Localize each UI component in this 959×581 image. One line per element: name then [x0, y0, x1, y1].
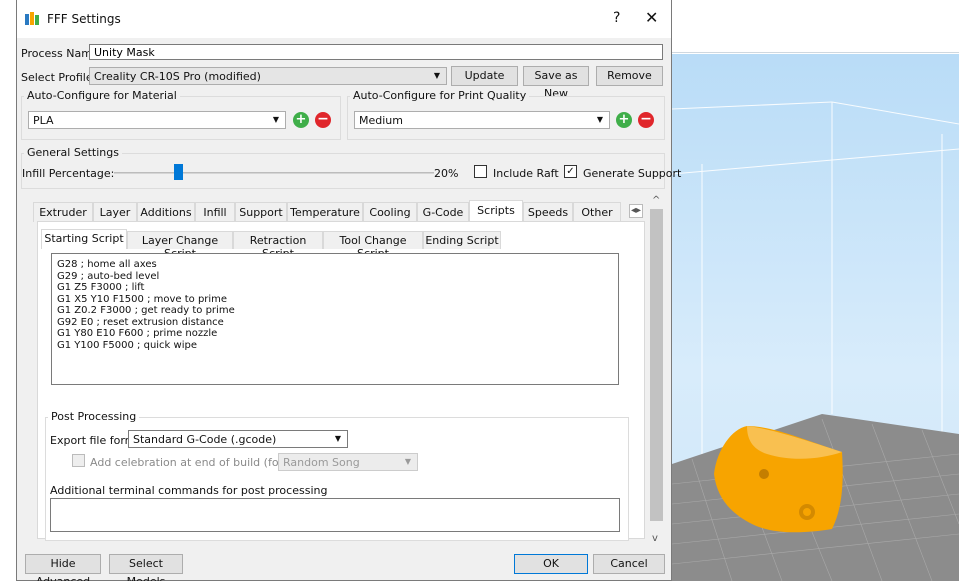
material-group: Auto-Configure for Material PLA ▼ + − — [21, 89, 341, 140]
material-select-value: PLA — [33, 114, 54, 127]
celebration-song-value: Random Song — [283, 456, 360, 469]
add-material-icon[interactable]: + — [293, 112, 309, 128]
cancel-button[interactable]: Cancel — [593, 554, 665, 574]
script-line: G1 X5 Y10 F1500 ; move to prime — [57, 293, 228, 305]
app-icon — [25, 12, 39, 25]
remove-profile-button[interactable]: Remove — [596, 66, 663, 86]
quality-select-value: Medium — [359, 114, 403, 127]
export-format-value: Standard G-Code (.gcode) — [133, 433, 277, 446]
tab-speeds[interactable]: Speeds — [523, 202, 573, 222]
tab-layer[interactable]: Layer — [93, 202, 137, 222]
material-group-title: Auto-Configure for Material — [24, 89, 180, 102]
script-line: G28 ; home all axes — [57, 259, 157, 270]
hide-advanced-button[interactable]: Hide Advanced — [25, 554, 101, 581]
subtab-layer-change-script[interactable]: Layer Change Script — [127, 231, 233, 260]
tab-additions[interactable]: Additions — [137, 202, 195, 222]
tab-support[interactable]: Support — [235, 202, 287, 222]
celebration-checkbox[interactable] — [72, 454, 85, 467]
update-profile-button[interactable]: Update Profile — [451, 66, 518, 100]
post-processing-group: Post Processing Export file format Stand… — [45, 410, 629, 541]
starting-script-editor[interactable]: G28 ; home all axes G29 ; auto-bed level G… — [51, 253, 619, 385]
chevron-down-icon: ▼ — [433, 71, 440, 80]
profile-select[interactable]: Creality CR-10S Pro (modified) ▼ — [89, 67, 447, 85]
export-format-select[interactable]: Standard G-Code (.gcode) ▼ — [128, 430, 348, 448]
terminal-commands-input[interactable] — [50, 498, 620, 532]
scrollbar-thumb[interactable] — [650, 209, 663, 521]
infill-slider-thumb[interactable] — [174, 164, 183, 180]
scroll-up-icon[interactable]: ^ — [652, 195, 660, 206]
chevron-down-icon: ▼ — [596, 115, 603, 124]
material-select[interactable]: PLA ▼ — [28, 111, 286, 129]
remove-material-icon[interactable]: − — [315, 112, 331, 128]
quality-group: Auto-Configure for Print Quality Medium … — [347, 89, 665, 140]
tab-temperature[interactable]: Temperature — [287, 202, 363, 222]
process-name-input[interactable] — [89, 44, 663, 60]
script-line: G29 ; auto-bed level — [57, 270, 160, 282]
script-line: G1 Z5 F3000 ; lift — [57, 282, 145, 293]
tab-cooling[interactable]: Cooling — [363, 202, 417, 222]
settings-scrollbar[interactable]: ^ v — [648, 195, 665, 550]
tab-other[interactable]: Other — [573, 202, 621, 222]
tab-g-code[interactable]: G-Code — [417, 202, 469, 222]
subtab-tool-change-script[interactable]: Tool Change Script — [323, 231, 423, 260]
window-title: FFF Settings — [47, 12, 121, 26]
3d-viewport[interactable] — [672, 0, 959, 581]
ok-button[interactable]: OK — [514, 554, 588, 574]
include-raft-checkbox[interactable] — [474, 165, 487, 178]
script-line: G1 Z0.2 F3000 ; get ready to prime — [57, 305, 235, 316]
scroll-down-icon[interactable]: v — [652, 533, 658, 544]
infill-percentage-label: Infill Percentage: — [22, 167, 115, 180]
chevron-down-icon: ▼ — [404, 457, 411, 466]
select-models-button[interactable]: Select Models — [109, 554, 183, 581]
fff-settings-dialog: FFF Settings ? ✕ Process Name: Select Pr… — [16, 0, 681, 581]
profile-select-value: Creality CR-10S Pro (modified) — [94, 70, 261, 83]
subtab-ending-script[interactable]: Ending Script — [423, 231, 501, 249]
save-as-new-button[interactable]: Save as New — [523, 66, 589, 100]
infill-value: 20% — [434, 167, 459, 180]
post-processing-title: Post Processing — [48, 410, 140, 423]
terminal-commands-label: Additional terminal commands for post pr… — [50, 484, 328, 497]
select-profile-label: Select Profile: — [21, 71, 97, 84]
add-quality-icon[interactable]: + — [616, 112, 632, 128]
script-line: G1 Y100 F5000 ; quick wipe — [57, 339, 197, 351]
help-button[interactable]: ? — [613, 10, 620, 26]
tab-infill[interactable]: Infill — [195, 202, 235, 222]
chevron-down-icon: ▼ — [272, 115, 279, 124]
general-settings-title: General Settings — [24, 146, 122, 159]
script-line: G92 E0 ; reset extrusion distance — [57, 316, 224, 328]
title-bar: FFF Settings ? ✕ — [17, 0, 671, 38]
script-line: G1 Y80 E10 F600 ; prime nozzle — [57, 328, 218, 339]
include-raft-label: Include Raft — [493, 167, 559, 180]
subtab-retraction-script[interactable]: Retraction Script — [233, 231, 323, 260]
tab-extruder[interactable]: Extruder — [33, 202, 93, 222]
remove-quality-icon[interactable]: − — [638, 112, 654, 128]
quality-group-title: Auto-Configure for Print Quality — [350, 89, 530, 102]
generate-support-label: Generate Support — [583, 167, 682, 180]
quality-select[interactable]: Medium ▼ — [354, 111, 610, 129]
viewport-toolbar — [672, 0, 959, 53]
tab-scroll-arrows[interactable]: ◂▸ — [629, 204, 643, 218]
subtab-starting-script[interactable]: Starting Script — [41, 229, 127, 249]
close-button[interactable]: ✕ — [645, 8, 658, 27]
infill-slider-track[interactable] — [114, 172, 434, 174]
chevron-down-icon: ▼ — [334, 434, 341, 443]
general-settings-group: General Settings Infill Percentage: 20% … — [21, 146, 681, 189]
generate-support-checkbox[interactable]: ✓ — [564, 165, 577, 178]
build-volume — [672, 101, 959, 581]
celebration-song-select[interactable]: Random Song ▼ — [278, 453, 418, 471]
tab-scripts[interactable]: Scripts — [469, 200, 523, 222]
